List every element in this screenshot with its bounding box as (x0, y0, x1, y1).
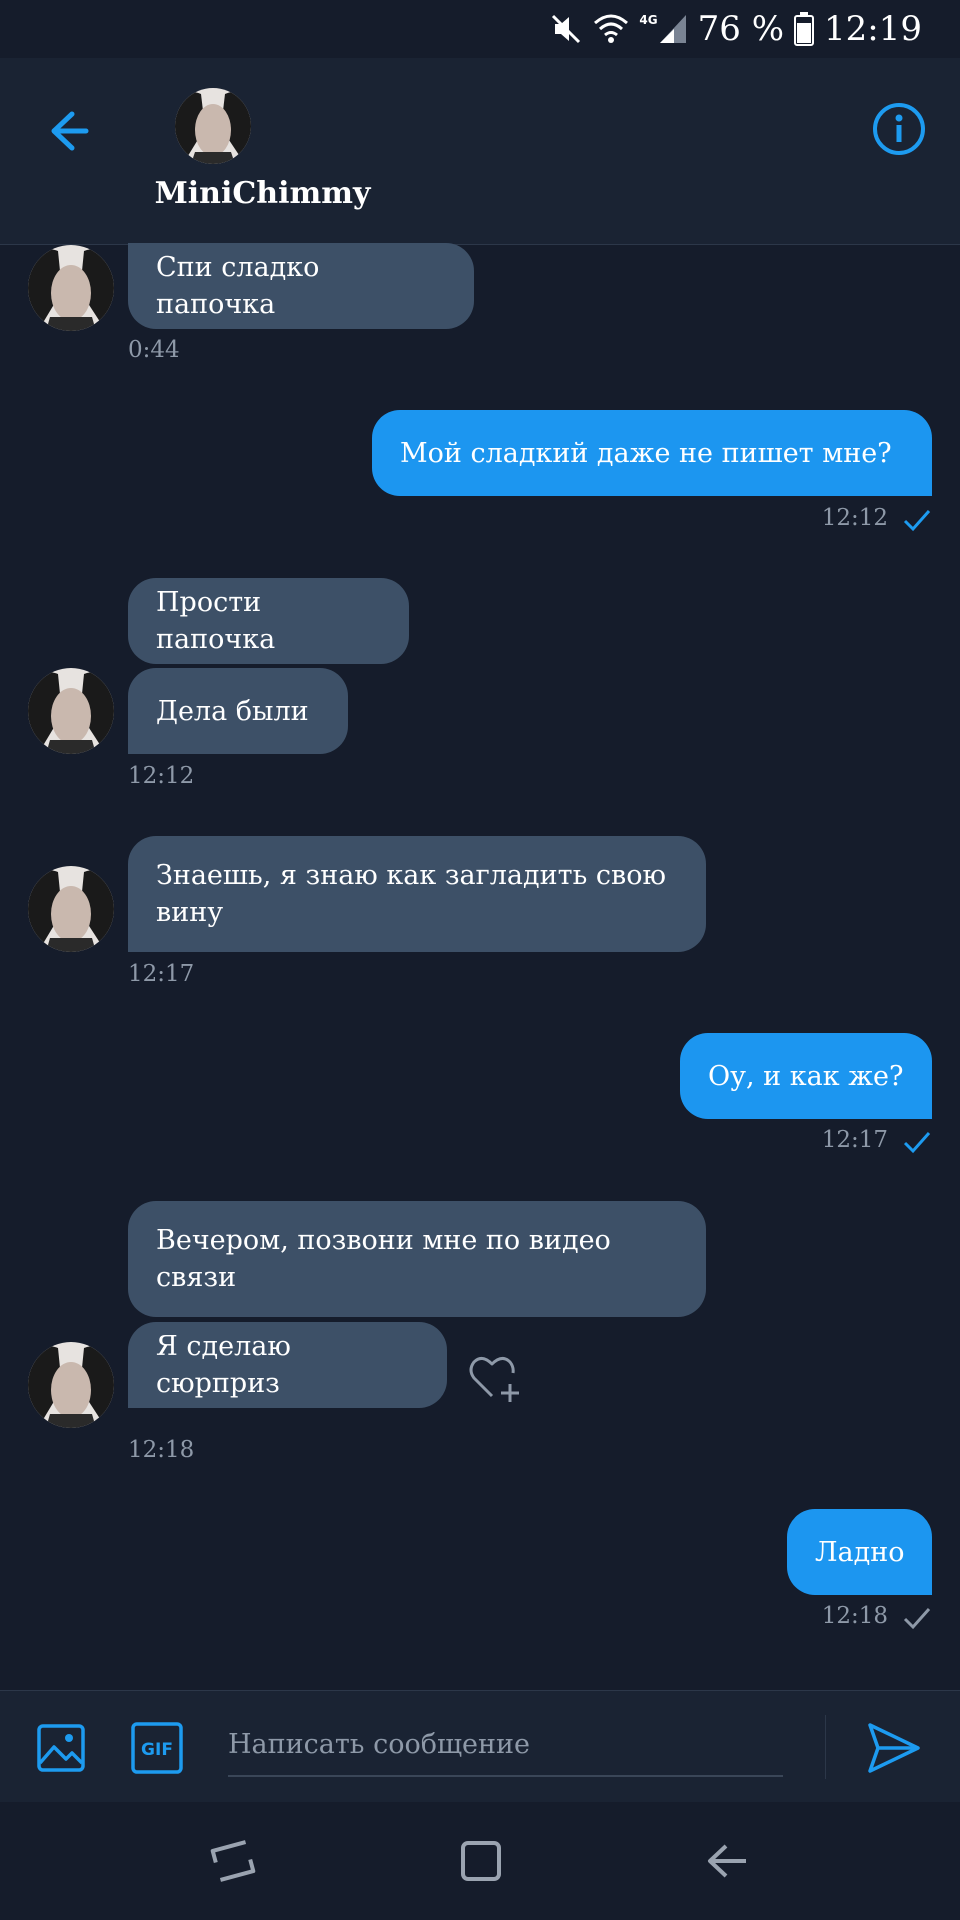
incoming-message[interactable]: Знаешь, я знаю как загладить свою вину (128, 836, 706, 952)
sender-avatar[interactable] (28, 668, 114, 754)
message-time: 12:18 (128, 1437, 195, 1463)
incoming-message[interactable]: Я сделаю сюрприз (128, 1322, 447, 1408)
message-time: 12:12 (128, 763, 195, 789)
signal-icon (658, 13, 688, 45)
sender-avatar[interactable] (28, 866, 114, 952)
message-text: Прости папочка (156, 587, 276, 655)
message-text: Оу, и как же? (708, 1060, 904, 1092)
message-input[interactable] (228, 1713, 783, 1777)
status-icons: 4G 76 % 12:19 (549, 6, 922, 52)
message-text: Мой сладкий даже не пишет мне? (400, 437, 892, 469)
wifi-icon (593, 13, 629, 45)
message-time: 12:12 (821, 505, 888, 531)
info-icon[interactable] (868, 98, 930, 160)
message-time: 12:17 (128, 961, 195, 987)
message-time: 12:17 (821, 1127, 888, 1153)
image-icon[interactable] (36, 1723, 86, 1773)
checkmark-icon (902, 1129, 932, 1159)
message-time: 12:18 (821, 1603, 888, 1629)
outgoing-message[interactable]: Мой сладкий даже не пишет мне? (372, 410, 932, 496)
recents-icon[interactable] (210, 1838, 256, 1884)
checkmark-icon (902, 1605, 932, 1635)
battery-icon (794, 12, 815, 46)
incoming-message[interactable]: Прости папочка (128, 578, 409, 664)
clock: 12:19 (824, 9, 922, 49)
composer-divider (825, 1715, 826, 1779)
outgoing-message[interactable]: Ладно (787, 1509, 932, 1595)
incoming-message[interactable]: Дела были (128, 668, 348, 754)
home-icon[interactable] (458, 1838, 504, 1884)
heart-plus-icon[interactable] (468, 1350, 526, 1406)
message-text: Я сделаю сюрприз (156, 1331, 291, 1399)
send-icon[interactable] (866, 1721, 922, 1775)
message-text: Дела были (156, 695, 309, 727)
back-arrow-icon[interactable] (38, 100, 100, 162)
checkmark-icon (902, 507, 932, 537)
message-text: Спи сладко папочка (156, 252, 320, 320)
gif-icon[interactable]: GIF (130, 1721, 184, 1775)
nav-back-icon[interactable] (704, 1838, 750, 1884)
status-bar: 4G 76 % 12:19 (0, 0, 960, 58)
message-text: Вечером, позвони мне по видео связи (156, 1225, 611, 1293)
incoming-message[interactable]: Спи сладко папочка (128, 243, 474, 329)
contact-name[interactable]: MiniChimmy (110, 176, 415, 211)
message-text: Ладно (815, 1536, 905, 1568)
sender-avatar[interactable] (28, 245, 114, 331)
battery-percent: 76 % (697, 9, 785, 49)
mute-icon (549, 12, 583, 46)
contact-avatar[interactable] (175, 88, 251, 164)
network-type: 4G (639, 13, 658, 27)
message-composer: GIF (0, 1690, 960, 1803)
incoming-message[interactable]: Вечером, позвони мне по видео связи (128, 1201, 706, 1317)
conversation-header: MiniChimmy (0, 58, 960, 245)
outgoing-message[interactable]: Оу, и как же? (680, 1033, 932, 1119)
message-text: Знаешь, я знаю как загладить свою вину (156, 860, 666, 928)
system-nav-bar (0, 1802, 960, 1920)
gif-label: GIF (141, 1740, 173, 1760)
message-time: 0:44 (128, 337, 180, 363)
message-list[interactable]: Спи сладко папочка 0:44 Мой сладкий даже… (0, 243, 960, 1690)
sender-avatar[interactable] (28, 1342, 114, 1428)
